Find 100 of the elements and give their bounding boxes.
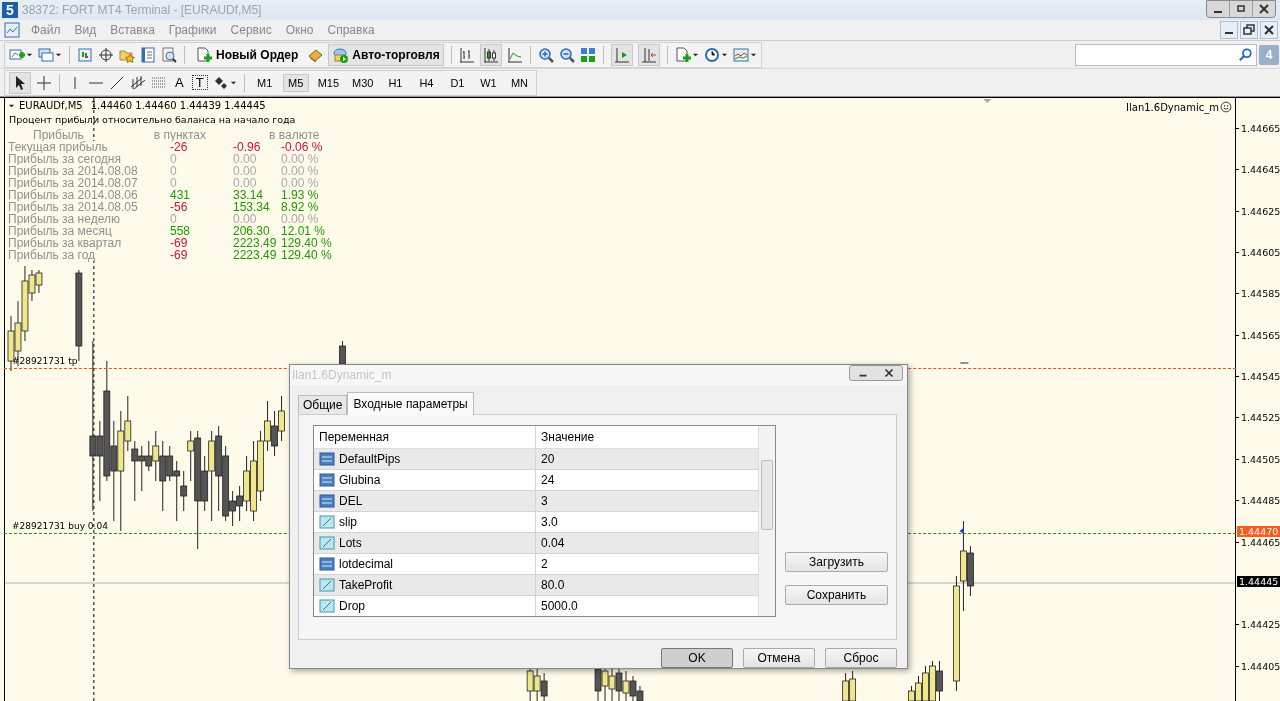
timeframe-button[interactable]: M1 xyxy=(251,73,278,92)
cross-icon[interactable] xyxy=(36,74,52,91)
candlestick-button[interactable] xyxy=(479,43,502,66)
row-label: Прибыль за неделю xyxy=(8,213,120,225)
chart-window-icon[interactable] xyxy=(4,22,20,38)
parameter-value[interactable]: 20 xyxy=(536,449,758,470)
parameter-value[interactable]: 3.0 xyxy=(536,512,758,533)
parameter-value[interactable]: 0.04 xyxy=(536,533,758,554)
table-cell: 2223.49 xyxy=(233,237,277,249)
timeframe-button[interactable]: D1 xyxy=(444,73,471,92)
trend-line-icon[interactable] xyxy=(109,74,125,91)
column-header: Прибыль xyxy=(33,129,84,141)
scrollbar[interactable] xyxy=(758,426,775,617)
parameter-name: lotdecimal xyxy=(339,557,394,572)
table-cell: 12.01 % xyxy=(281,225,326,237)
table-cell: 0.00 xyxy=(233,153,257,165)
tab[interactable]: Общие xyxy=(298,395,348,415)
table-cell: 129.40 % xyxy=(281,237,332,249)
row-label: Прибыль за месяц xyxy=(8,225,112,237)
tile-windows-icon[interactable] xyxy=(579,46,596,63)
caret-icon[interactable] xyxy=(720,51,728,58)
parameter-value[interactable]: 80.0 xyxy=(536,575,758,596)
parameter-name: Drop xyxy=(339,599,365,614)
caret-icon[interactable] xyxy=(691,51,699,58)
table-cell: 0 xyxy=(170,153,177,165)
timeframe-button[interactable]: M30 xyxy=(348,73,378,92)
auto-trading-button[interactable]: Авто-торговля xyxy=(328,43,444,66)
table-cell: 558 xyxy=(170,225,191,237)
timeframe-button[interactable]: W1 xyxy=(475,73,502,92)
crosshair-icon[interactable] xyxy=(98,46,114,63)
auto-scroll-icon xyxy=(640,46,657,63)
text-tool[interactable]: A xyxy=(172,75,187,90)
table-cell: 1.93 % xyxy=(281,189,319,201)
line-chart-icon[interactable] xyxy=(506,46,523,63)
minimize-icon[interactable] xyxy=(1220,21,1238,39)
scroll-thumb[interactable] xyxy=(761,460,773,531)
row-label: Прибыль за 2014.08.08 xyxy=(8,165,138,177)
parameter-value[interactable]: 3 xyxy=(536,491,758,512)
table-cell: 206.30 xyxy=(233,225,270,237)
dialog-button[interactable]: Отмена xyxy=(743,648,815,668)
parameter-value[interactable]: 2 xyxy=(536,554,758,575)
magnifier-document-icon[interactable] xyxy=(161,46,177,63)
text-label-tool[interactable]: T xyxy=(191,75,208,90)
caret-icon[interactable] xyxy=(229,79,237,86)
row-label: Прибыль за 2014.08.07 xyxy=(8,177,138,189)
integer-type-icon xyxy=(319,451,335,468)
zoom-in-icon[interactable] xyxy=(537,46,554,63)
price-tag: 1.44470 xyxy=(1237,526,1280,537)
column-header: в валюте xyxy=(269,129,320,141)
zoom-out-icon[interactable] xyxy=(558,46,575,63)
table-cell: 153.34 xyxy=(233,201,270,213)
table-cell: 0.00 xyxy=(233,165,257,177)
search-icon[interactable] xyxy=(1239,47,1253,62)
row-label: Прибыль за 2014.08.06 xyxy=(8,189,138,201)
caret-icon[interactable] xyxy=(55,51,62,58)
arrows-window-icon[interactable] xyxy=(77,46,93,63)
table-cell: 2223.49 xyxy=(233,249,277,261)
parameter-value[interactable]: 5000.0 xyxy=(536,596,758,617)
new-order-button[interactable]: Новый Ордер xyxy=(192,43,303,66)
table-cell: 0 xyxy=(170,213,177,225)
double-type-icon xyxy=(319,535,335,552)
table-cell: -69 xyxy=(170,249,188,261)
app-logo: 5 xyxy=(2,2,18,18)
caret-icon[interactable] xyxy=(8,102,15,109)
chart-shift-button[interactable] xyxy=(610,43,633,66)
template-icon[interactable] xyxy=(732,46,749,63)
timeframe-button[interactable]: M5 xyxy=(282,73,309,92)
clock-icon[interactable] xyxy=(703,46,720,63)
timeframe-button[interactable]: M15 xyxy=(313,73,344,92)
close-icon[interactable] xyxy=(1260,21,1278,39)
auto-scroll-button[interactable] xyxy=(637,43,660,66)
list-window-icon[interactable] xyxy=(140,46,156,63)
channel-icon[interactable] xyxy=(130,74,146,91)
double-type-icon xyxy=(319,577,335,594)
parameter-name: DEL xyxy=(339,494,363,509)
timeframe-button[interactable]: H4 xyxy=(413,73,440,92)
bar-chart-icon[interactable] xyxy=(458,46,475,63)
integer-type-icon xyxy=(319,556,335,573)
parameter-value[interactable]: 24 xyxy=(536,470,758,491)
cursor-button[interactable] xyxy=(9,71,31,94)
tab[interactable]: Входные параметры xyxy=(347,392,474,416)
timeframe-button[interactable]: H1 xyxy=(382,73,409,92)
caret-icon[interactable] xyxy=(26,51,33,58)
restore-icon[interactable] xyxy=(1240,21,1258,39)
caret-icon[interactable] xyxy=(749,51,757,58)
dialog-button[interactable]: OK xyxy=(661,648,733,668)
chart-shift-icon xyxy=(613,46,630,63)
column-header: Значение xyxy=(540,429,596,447)
table-cell: 129.40 % xyxy=(281,249,332,261)
search-field[interactable] xyxy=(1075,43,1257,66)
table-cell: 0 xyxy=(170,165,177,177)
table-cell: -0.06 % xyxy=(281,141,323,153)
table-cell: 0.00 xyxy=(233,213,257,225)
timeframe-button[interactable]: MN xyxy=(506,73,533,92)
table-cell: -0.96 xyxy=(233,141,261,153)
double-type-icon xyxy=(319,598,335,615)
dialog-button[interactable]: Сброс xyxy=(825,648,897,668)
dialog-button[interactable]: Сохранить xyxy=(785,585,888,605)
dialog-button[interactable]: Загрузить xyxy=(785,552,888,572)
table-cell: 8.92 % xyxy=(281,201,319,213)
